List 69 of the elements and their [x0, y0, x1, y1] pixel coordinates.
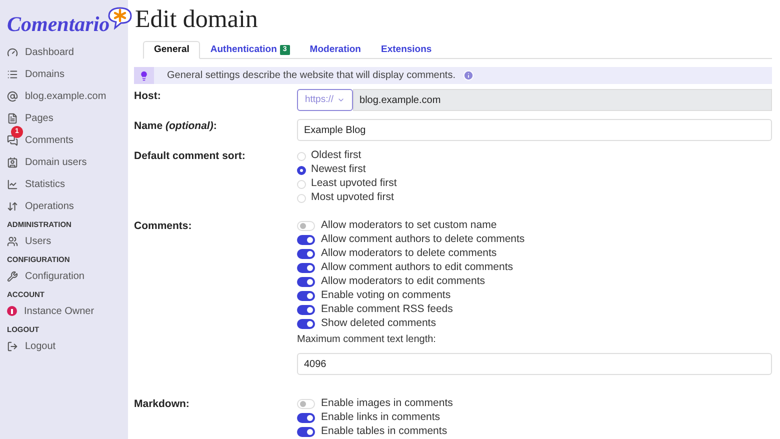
- sidebar-item[interactable]: Pages: [7, 107, 128, 129]
- toggle-label: Enable links in comments: [321, 410, 440, 426]
- scheme-dropdown[interactable]: https://: [297, 89, 353, 111]
- info-icon: [463, 70, 474, 82]
- logo-text: Comentario: [7, 14, 110, 35]
- toggle-label: Allow comment authors to delete comments: [321, 232, 525, 248]
- sidebar-item[interactable]: blog.example.com: [7, 85, 128, 107]
- radio-label: Most upvoted first: [311, 190, 394, 206]
- toggle-label: Enable images in comments: [321, 396, 453, 412]
- info-text: General settings describe the website that will display comments.: [167, 69, 456, 84]
- page-title: Edit domain: [135, 5, 259, 35]
- sidebar-item[interactable]: Dashboard: [7, 41, 128, 63]
- nav-icon: [7, 68, 18, 80]
- radio-label: Newest first: [311, 162, 366, 178]
- field-caption: Maximum comment text length:: [297, 333, 437, 347]
- lightbulb-icon: [139, 70, 149, 81]
- nav-icon: [7, 270, 18, 282]
- toggle-switch[interactable]: [297, 235, 315, 245]
- toggle-switch[interactable]: [297, 305, 315, 315]
- toggle-label: Enable tables in comments: [321, 424, 448, 439]
- field-label: Name (optional):: [134, 119, 218, 134]
- toggle-switch[interactable]: [297, 277, 315, 287]
- toggle-label: Allow moderators to edit comments: [321, 274, 485, 290]
- caret-icon: [336, 96, 345, 104]
- nav-icon: [7, 46, 18, 58]
- nav-icon: [7, 90, 18, 102]
- field-label: Comments:: [134, 219, 193, 234]
- sidebar-item[interactable]: Logout: [7, 335, 128, 357]
- nav-icon: [7, 178, 18, 190]
- sidebar-item[interactable]: Domain users: [7, 151, 128, 173]
- field-label: Default comment sort:: [134, 149, 246, 164]
- sidebar-item[interactable]: Configuration: [7, 265, 128, 287]
- host-field[interactable]: blog.example.com: [352, 89, 772, 111]
- nav-icon: [7, 112, 18, 124]
- sidebar-item[interactable]: Users: [7, 230, 128, 252]
- field-label: Markdown:: [134, 397, 190, 412]
- nav-icon: [7, 340, 18, 352]
- toggle-label: Show deleted comments: [321, 316, 436, 332]
- sidebar-item[interactable]: Domains: [7, 63, 128, 85]
- toggle-label: Allow comment authors to edit comments: [321, 260, 513, 276]
- radio-label: Oldest first: [311, 148, 362, 164]
- field-label: Host:: [134, 89, 162, 104]
- toggle-switch[interactable]: [297, 413, 315, 423]
- toggle-switch[interactable]: [297, 221, 315, 231]
- sidebar-item[interactable]: Operations: [7, 195, 128, 217]
- radio-button[interactable]: [297, 166, 306, 174]
- nav-icon: [7, 200, 18, 212]
- name-field[interactable]: Example Blog: [297, 119, 772, 141]
- nav-icon: [7, 236, 18, 246]
- toggle-switch[interactable]: [297, 249, 315, 259]
- sidebar-item[interactable]: Instance Owner: [7, 300, 128, 322]
- toggle-label: Enable voting on comments: [321, 288, 451, 304]
- toggle-switch[interactable]: [297, 427, 315, 437]
- nav-icon: [7, 156, 18, 168]
- toggle-switch[interactable]: [297, 399, 315, 409]
- alert-avatar-icon: [7, 306, 17, 316]
- sidebar-item[interactable]: Statistics: [7, 173, 128, 195]
- tab[interactable]: General: [143, 41, 200, 60]
- toggle-label: Enable comment RSS feeds: [321, 302, 453, 318]
- radio-label: Least upvoted first: [311, 176, 397, 192]
- toggle-switch[interactable]: [297, 291, 315, 301]
- nav-icon: [7, 134, 18, 146]
- toggle-label: Allow moderators to set custom name: [321, 218, 497, 234]
- toggle-switch[interactable]: [297, 319, 315, 329]
- toggle-label: Allow moderators to delete comments: [321, 246, 497, 262]
- max-length-field[interactable]: 4096: [297, 353, 772, 375]
- toggle-switch[interactable]: [297, 263, 315, 273]
- tab[interactable]: Moderation: [300, 41, 371, 58]
- tab[interactable]: Extensions: [371, 41, 442, 58]
